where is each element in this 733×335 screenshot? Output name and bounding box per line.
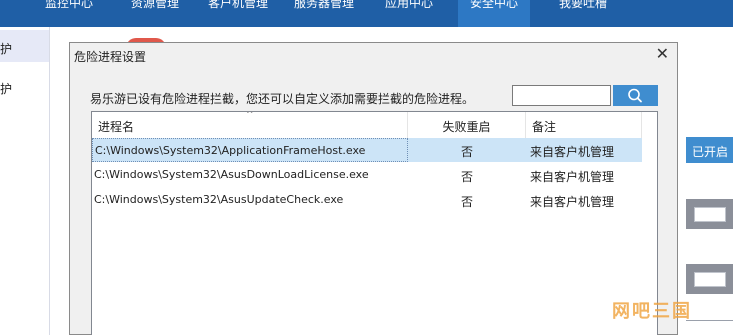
note-value: 来自客户机管理: [530, 195, 615, 209]
background-control-inner: [694, 272, 726, 287]
table-row[interactable]: C:\Windows\System32\AsusDownLoadLicense.…: [92, 163, 657, 187]
search-input[interactable]: [512, 85, 611, 106]
column-header-process-name[interactable]: 进程名 ^: [92, 112, 408, 138]
sidebar-item-label: 护: [0, 82, 13, 96]
nav-client-management[interactable]: 客户机管理: [199, 0, 277, 27]
note-value: 来自客户机管理: [530, 170, 615, 184]
process-table: 进程名 ^ 失败重启 备注 C:\Windows\System32\Applic…: [91, 111, 658, 335]
nav-server-management[interactable]: 服务器管理: [284, 0, 364, 27]
background-divider: [686, 320, 733, 321]
sidebar-item-1[interactable]: 护: [0, 30, 50, 62]
background-control-2[interactable]: [686, 264, 733, 294]
nav-resource-management[interactable]: 资源管理: [116, 0, 194, 27]
sidebar-item-label: 护: [0, 42, 13, 56]
sidebar-item-2[interactable]: 护: [0, 70, 50, 102]
note-value: 来自客户机管理: [526, 138, 642, 162]
table-row[interactable]: C:\Windows\System32\AsusUpdateCheck.exe …: [92, 188, 657, 212]
sidebar-divider: [49, 27, 50, 335]
process-path: C:\Windows\System32\AsusDownLoadLicense.…: [94, 168, 369, 181]
close-icon[interactable]: ✕: [656, 46, 669, 62]
column-header-restart-on-fail[interactable]: 失败重启: [408, 112, 526, 138]
watermark-logo: 网吧三国: [612, 301, 692, 322]
nav-monitor-center[interactable]: 监控中心: [30, 0, 108, 27]
sort-up-icon: ^: [246, 111, 254, 120]
nav-security-center[interactable]: 安全中心: [458, 0, 530, 27]
info-text: 易乐游已设有危险进程拦截，您还可以自定义添加需要拦截的危险进程。: [90, 92, 475, 106]
restart-value: 否: [408, 138, 526, 162]
enabled-toggle-button[interactable]: 已开启: [686, 137, 733, 163]
search-button[interactable]: [613, 85, 658, 106]
restart-value: 否: [460, 195, 473, 209]
table-row[interactable]: C:\Windows\System32\ApplicationFrameHost…: [92, 138, 657, 162]
process-path: C:\Windows\System32\AsusUpdateCheck.exe: [94, 193, 344, 206]
background-control-inner: [694, 207, 726, 222]
nav-feedback[interactable]: 我要吐槽: [544, 0, 622, 27]
process-path: C:\Windows\System32\ApplicationFrameHost…: [92, 138, 408, 162]
search-icon: [628, 88, 642, 103]
nav-app-center[interactable]: 应用中心: [370, 0, 448, 27]
column-header-note[interactable]: 备注: [526, 112, 642, 138]
top-navigation: 监控中心 资源管理 客户机管理 服务器管理 应用中心 安全中心 我要吐槽: [0, 0, 733, 27]
restart-value: 否: [460, 170, 473, 184]
background-control-1[interactable]: [686, 199, 733, 229]
dialog-title: 危险进程设置: [74, 50, 147, 64]
table-header: 进程名 ^ 失败重启 备注: [92, 112, 657, 138]
dangerous-process-dialog: 危险进程设置 ✕ 易乐游已设有危险进程拦截，您还可以自定义添加需要拦截的危险进程…: [69, 42, 678, 335]
